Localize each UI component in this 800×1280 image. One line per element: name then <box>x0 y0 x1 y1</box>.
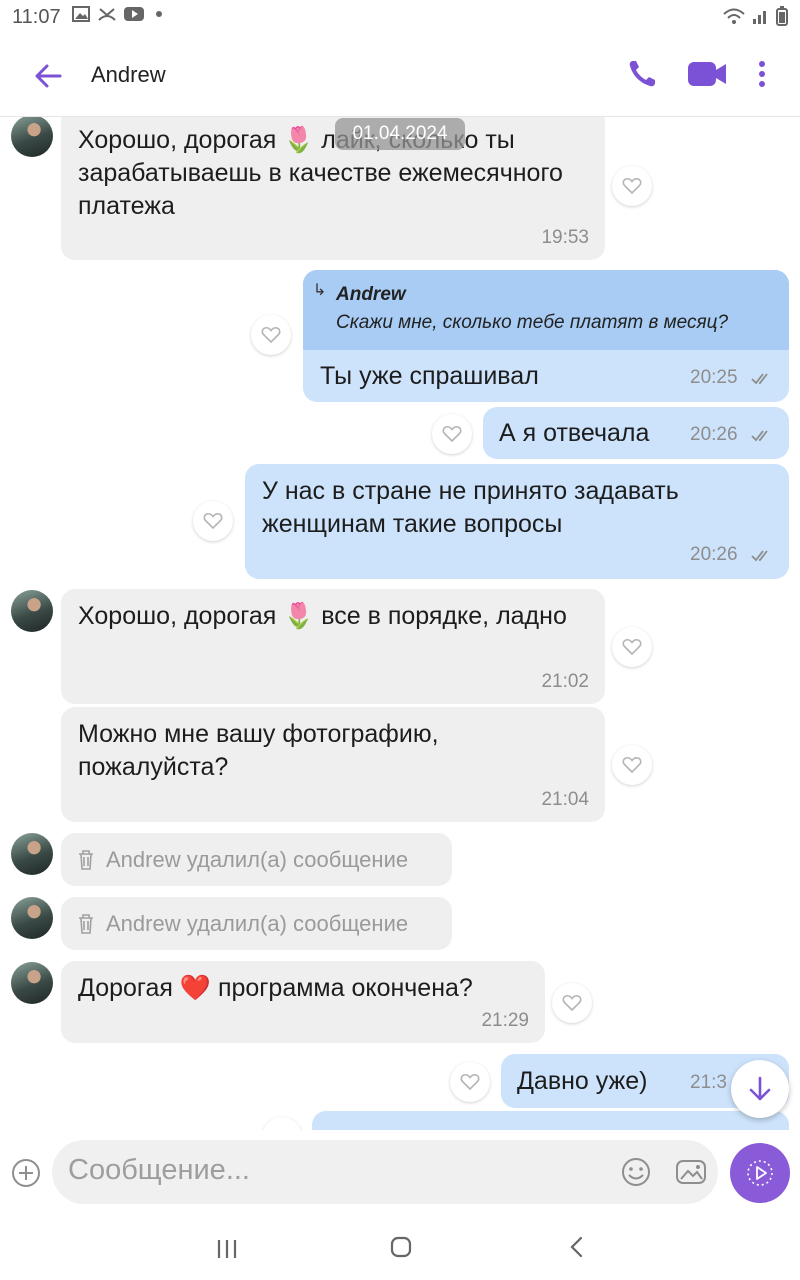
like-button[interactable] <box>193 501 233 541</box>
heart-icon <box>460 1073 480 1091</box>
like-button[interactable] <box>552 983 592 1023</box>
signal-icon <box>753 11 766 24</box>
quoted-reply[interactable]: ↳ Andrew Скажи мне, сколько тебе платят … <box>303 270 789 350</box>
message-bubble-outgoing[interactable]: А я отвечала 20:26 <box>483 407 789 459</box>
message-text: Давно уже) <box>517 1067 648 1095</box>
youtube-icon <box>124 7 144 21</box>
message-text: А я отвечала <box>499 419 650 447</box>
like-button[interactable] <box>612 166 652 206</box>
system-icons <box>722 6 788 26</box>
like-button[interactable] <box>450 1062 490 1102</box>
read-ticks-icon <box>751 373 768 385</box>
avatar[interactable] <box>11 590 53 632</box>
nav-back-icon[interactable] <box>564 1234 590 1260</box>
like-button[interactable] <box>612 745 652 785</box>
read-ticks-icon <box>751 430 768 442</box>
message-bubble-incoming[interactable]: Хорошо, дорогая 🌷 все в порядке, ладно 2… <box>61 589 605 704</box>
message-bubble-incoming[interactable]: Можно мне вашу фотографию, пожалуйста? 2… <box>61 707 605 822</box>
reply-author: Andrew <box>336 284 406 305</box>
message-bubble-outgoing[interactable]: У нас в стране не принято задавать женщи… <box>245 464 789 579</box>
message-time: 20:26 <box>690 544 738 565</box>
message-text: Дорогая ❤️ программа окончена? <box>78 974 473 1002</box>
message-list[interactable]: Хорошо, дорогая 🌷 лайк, сколько ты зараб… <box>0 117 800 1130</box>
missed-call-icon <box>98 8 116 21</box>
deleted-text: Andrew удалил(а) сообщение <box>106 911 409 936</box>
message-time: 21:02 <box>541 671 589 692</box>
message-text: У нас в стране не принято задавать женщи… <box>262 477 679 538</box>
deleted-message[interactable]: Andrew удалил(а) сообщение <box>61 897 452 950</box>
status-bar: 11:07 <box>0 0 800 34</box>
dot-icon <box>156 11 162 17</box>
home-icon[interactable] <box>388 1234 414 1260</box>
message-input-placeholder: Сообщение... <box>68 1154 250 1186</box>
heart-icon <box>622 756 642 774</box>
avatar[interactable] <box>11 117 53 157</box>
deleted-text: Andrew удалил(а) сообщение <box>106 847 409 872</box>
message-time: 21:04 <box>541 789 589 810</box>
system-navigation-bar <box>0 1220 800 1280</box>
trash-icon <box>79 850 93 870</box>
composer: Сообщение... <box>0 1130 800 1220</box>
send-button[interactable] <box>730 1143 790 1203</box>
heart-icon <box>562 994 582 1012</box>
message-bubble-outgoing[interactable] <box>312 1111 789 1130</box>
plus-icon[interactable] <box>10 1157 42 1189</box>
battery-icon <box>776 6 788 26</box>
avatar[interactable] <box>11 833 53 875</box>
like-button[interactable] <box>262 1117 302 1130</box>
message-time: 21:3 <box>690 1072 727 1093</box>
read-ticks-icon <box>751 550 768 562</box>
image-notification-icon <box>72 6 90 22</box>
message-time: 21:29 <box>481 1010 529 1031</box>
contact-name[interactable]: Andrew <box>91 62 166 88</box>
scroll-to-bottom-button[interactable] <box>731 1060 789 1118</box>
heart-icon <box>622 638 642 656</box>
wifi-icon <box>723 8 745 24</box>
deleted-message[interactable]: Andrew удалил(а) сообщение <box>61 833 452 886</box>
reply-text: Скажи мне, сколько тебе платят в месяц? <box>336 312 729 333</box>
message-text: Можно мне вашу фотографию, пожалуйста? <box>78 720 439 781</box>
message-time: 20:26 <box>690 424 738 445</box>
avatar[interactable] <box>11 897 53 939</box>
more-vert-icon[interactable] <box>748 56 776 92</box>
chevron-down-icon <box>749 1076 771 1101</box>
date-chip: 01.04.2024 <box>335 118 465 150</box>
reply-arrow-icon: ↳ <box>313 282 327 299</box>
gallery-icon[interactable] <box>674 1155 708 1189</box>
like-button[interactable] <box>612 627 652 667</box>
heart-icon <box>203 512 223 530</box>
like-button[interactable] <box>432 414 472 454</box>
send-icon <box>747 1160 773 1186</box>
video-icon[interactable] <box>686 56 728 92</box>
message-time: 19:53 <box>541 227 589 248</box>
trash-icon <box>79 914 93 934</box>
back-arrow-icon[interactable] <box>30 58 66 94</box>
recent-apps-icon[interactable] <box>214 1236 240 1262</box>
heart-icon <box>261 326 281 344</box>
message-text: Хорошо, дорогая 🌷 все в порядке, ладно <box>78 602 567 630</box>
heart-icon <box>442 425 462 443</box>
message-bubble-incoming[interactable]: Дорогая ❤️ программа окончена? 21:29 <box>61 961 545 1043</box>
status-time: 11:07 <box>12 6 61 28</box>
message-time: 20:25 <box>690 367 738 388</box>
avatar[interactable] <box>11 962 53 1004</box>
like-button[interactable] <box>251 315 291 355</box>
phone-icon[interactable] <box>624 56 660 92</box>
smile-icon[interactable] <box>619 1155 653 1189</box>
heart-icon <box>622 177 642 195</box>
message-text: Ты уже спрашивал <box>320 362 539 390</box>
notification-icons <box>72 6 162 22</box>
chat-header: Andrew <box>0 34 800 117</box>
message-input[interactable]: Сообщение... <box>52 1140 718 1204</box>
message-bubble-incoming[interactable]: Хорошо, дорогая 🌷 лайк, сколько ты зараб… <box>61 117 605 260</box>
